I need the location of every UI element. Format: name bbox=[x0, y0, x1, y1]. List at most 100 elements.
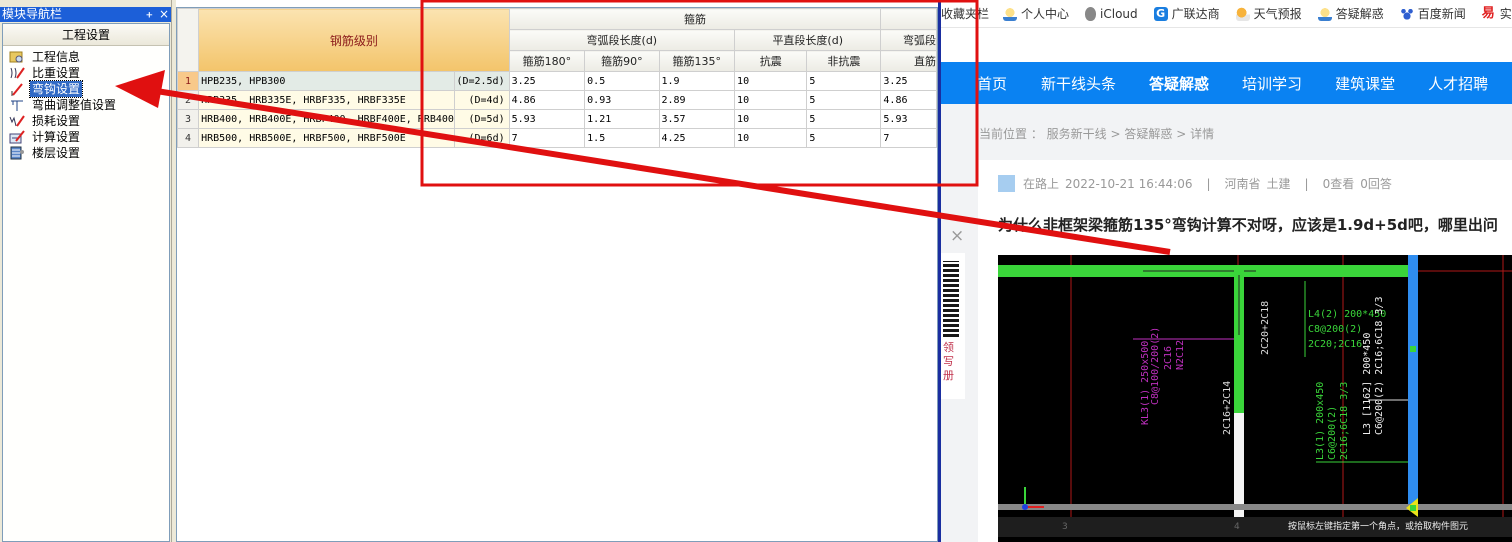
value-cell[interactable]: 5 bbox=[806, 90, 882, 110]
cad-label: N2C12 bbox=[1175, 340, 1186, 370]
pin-icon[interactable]: ᚐ bbox=[147, 7, 152, 22]
bookmark-weather[interactable]: 天气预报 bbox=[1235, 5, 1302, 22]
table-row[interactable]: 2 HRB335, HRB335E, HRBF335, HRBF335E (D=… bbox=[177, 90, 937, 110]
close-icon[interactable]: × bbox=[159, 7, 169, 22]
bookmark-favorites-bar[interactable]: 收藏夹栏 bbox=[941, 5, 989, 22]
row-number[interactable]: 2 bbox=[177, 90, 200, 110]
header-stirrup-90: 箍筋90° bbox=[584, 50, 660, 72]
module-nav-panel: 模块导航栏 ᚐ × 工程设置 工程信息 比重设置 弯钩设置 弯曲调整值设置 损耗… bbox=[0, 0, 174, 542]
value-cell[interactable]: 10 bbox=[734, 90, 808, 110]
header-straight-bar: 直筋 bbox=[880, 50, 937, 72]
diameter-cell: (D=5d) bbox=[453, 109, 510, 129]
table-row[interactable]: 1 HPB235, HPB300 (D=2.5d) 3.25 0.5 1.9 1… bbox=[177, 71, 937, 91]
bookmark-yi[interactable]: 易实 bbox=[1482, 5, 1512, 22]
bookmark-glodon[interactable]: G 广联达商 bbox=[1153, 5, 1220, 22]
diameter-cell: (D=4d) bbox=[453, 90, 510, 110]
nav-recruit[interactable]: 人才招聘 bbox=[1428, 73, 1488, 94]
question-title: 为什么非框架梁箍筋135°弯钩计算不对呀，应该是1.9d+5d吧，哪里出问 bbox=[998, 216, 1498, 234]
nav-item-floor-settings[interactable]: 楼层设置 bbox=[3, 145, 169, 161]
nav-item-bend-adjust[interactable]: 弯曲调整值设置 bbox=[3, 97, 169, 113]
weather-icon bbox=[1235, 6, 1250, 21]
section-project-settings[interactable]: 工程设置 bbox=[3, 24, 169, 46]
cad-screenshot: KL3(1) 250x500 C8@100/200(2) 2C16 N2C12 … bbox=[998, 255, 1512, 542]
post-answers: 0回答 bbox=[1360, 177, 1392, 191]
value-cell[interactable]: 5.93 bbox=[880, 109, 937, 129]
breadcrumb-qa[interactable]: 答疑解惑 bbox=[1124, 127, 1172, 141]
calc-settings-icon bbox=[9, 130, 25, 144]
value-cell[interactable]: 4.25 bbox=[658, 128, 736, 148]
post-author[interactable]: 在路上 bbox=[1023, 175, 1059, 192]
value-cell[interactable]: 5.93 bbox=[508, 109, 586, 129]
apple-icon bbox=[1085, 6, 1097, 21]
value-cell[interactable]: 0.5 bbox=[584, 71, 660, 91]
nav-qa[interactable]: 答疑解惑 bbox=[1149, 73, 1209, 94]
table-row[interactable]: 4 HRB500, HRB500E, HRBF500, HRBF500E (D=… bbox=[177, 128, 937, 148]
cad-label: 2C16;6C18 3/3 bbox=[1339, 382, 1350, 460]
value-cell[interactable]: 3.25 bbox=[508, 71, 586, 91]
avatar[interactable] bbox=[998, 175, 1015, 192]
value-cell[interactable]: 5 bbox=[806, 71, 882, 91]
grade-cell: HPB235, HPB300 bbox=[198, 71, 455, 91]
nav-item-calc-settings[interactable]: 计算设置 bbox=[3, 129, 169, 145]
bookmark-qa[interactable]: 答疑解惑 bbox=[1317, 5, 1384, 22]
cad-label: 2C20;2C16 bbox=[1308, 339, 1362, 350]
cad-status-bar: 3 4 按鼠标左键指定第一个角点，或拾取构件图元 bbox=[998, 517, 1512, 537]
grade-cell: HRB400, HRB400E, HRBF400, HRBF400E, RRB4… bbox=[198, 109, 455, 129]
table-row[interactable]: 3 HRB400, HRB400E, HRBF400, HRBF400E, RR… bbox=[177, 109, 937, 129]
breadcrumb-service[interactable]: 服务新干线 bbox=[1047, 127, 1107, 141]
value-cell[interactable]: 2.89 bbox=[658, 90, 736, 110]
nav-training[interactable]: 培训学习 bbox=[1242, 73, 1302, 94]
nav-item-weight-settings[interactable]: 比重设置 bbox=[3, 65, 169, 81]
value-cell[interactable]: 4.86 bbox=[508, 90, 586, 110]
header-arc-length-2: 弯弧段 bbox=[880, 29, 937, 51]
row-number[interactable]: 4 bbox=[177, 128, 200, 148]
value-cell[interactable]: 0.93 bbox=[584, 90, 660, 110]
diameter-cell: (D=2.5d) bbox=[453, 71, 510, 91]
bookmark-icloud[interactable]: iCloud bbox=[1085, 6, 1138, 21]
close-icon[interactable]: × bbox=[950, 226, 964, 246]
post-province: 河南省 bbox=[1224, 177, 1261, 191]
qr-caption-line: 写 bbox=[943, 355, 954, 368]
value-cell[interactable]: 10 bbox=[734, 109, 808, 129]
nav-item-hook-settings[interactable]: 弯钩设置 bbox=[3, 80, 169, 98]
nav-home[interactable]: 首页 bbox=[977, 73, 1007, 94]
project-info-icon bbox=[9, 50, 25, 64]
value-cell[interactable]: 1.5 bbox=[584, 128, 660, 148]
value-cell[interactable]: 4.86 bbox=[880, 90, 937, 110]
nav-list: 工程信息 比重设置 弯钩设置 弯曲调整值设置 损耗设置 计算设置 楼层设置 bbox=[3, 46, 169, 161]
nav-headlines[interactable]: 新干线头条 bbox=[1041, 73, 1116, 94]
grade-cell: HRB335, HRB335E, HRBF335, HRBF335E bbox=[198, 90, 455, 110]
bookmark-personal-center[interactable]: 个人中心 bbox=[1003, 5, 1069, 22]
value-cell[interactable]: 10 bbox=[734, 71, 808, 91]
value-cell[interactable]: 3.25 bbox=[880, 71, 937, 91]
value-cell[interactable]: 5 bbox=[806, 128, 882, 148]
header-stirrup-135: 箍筋135° bbox=[658, 50, 736, 72]
value-cell[interactable]: 3.57 bbox=[658, 109, 736, 129]
value-cell[interactable]: 1.21 bbox=[584, 109, 660, 129]
nav-item-project-info[interactable]: 工程信息 bbox=[3, 49, 169, 65]
loss-settings-icon bbox=[9, 114, 25, 128]
row-number[interactable]: 1 bbox=[177, 71, 200, 91]
cad-label: C8@100/200(2) bbox=[1150, 327, 1161, 405]
row-number[interactable]: 3 bbox=[177, 109, 200, 129]
beam-hatched bbox=[1234, 413, 1244, 517]
meta-sep: | bbox=[1304, 176, 1309, 191]
nav-item-loss-settings[interactable]: 损耗设置 bbox=[3, 113, 169, 129]
value-cell[interactable]: 7 bbox=[880, 128, 937, 148]
qr-caption: 领 写 册 bbox=[943, 341, 957, 383]
value-cell[interactable]: 10 bbox=[734, 128, 808, 148]
value-cell[interactable]: 5 bbox=[806, 109, 882, 129]
beam-bottom bbox=[998, 504, 1512, 510]
bookmark-baidu-news[interactable]: 百度新闻 bbox=[1399, 5, 1466, 22]
weight-settings-icon bbox=[9, 66, 25, 80]
value-cell[interactable]: 7 bbox=[508, 128, 586, 148]
beam-blue bbox=[1408, 255, 1418, 510]
cad-label: 2C16+2C14 bbox=[1222, 381, 1233, 435]
hook-settings-table: 钢筋级别 箍筋 弯弧段长度(d) 平直段长度(d) 弯弧段 箍筋180° 箍筋9… bbox=[177, 8, 937, 148]
nav-classroom[interactable]: 建筑课堂 bbox=[1335, 73, 1395, 94]
value-cell[interactable]: 1.9 bbox=[658, 71, 736, 91]
cad-status-message: 按鼠标左键指定第一个角点，或拾取构件图元 bbox=[1288, 522, 1469, 532]
breadcrumb-label: 当前位置 ： bbox=[979, 127, 1043, 141]
post-datetime: 2022-10-21 16:44:06 bbox=[1065, 176, 1193, 191]
header-stirrup-180: 箍筋180° bbox=[508, 50, 586, 72]
